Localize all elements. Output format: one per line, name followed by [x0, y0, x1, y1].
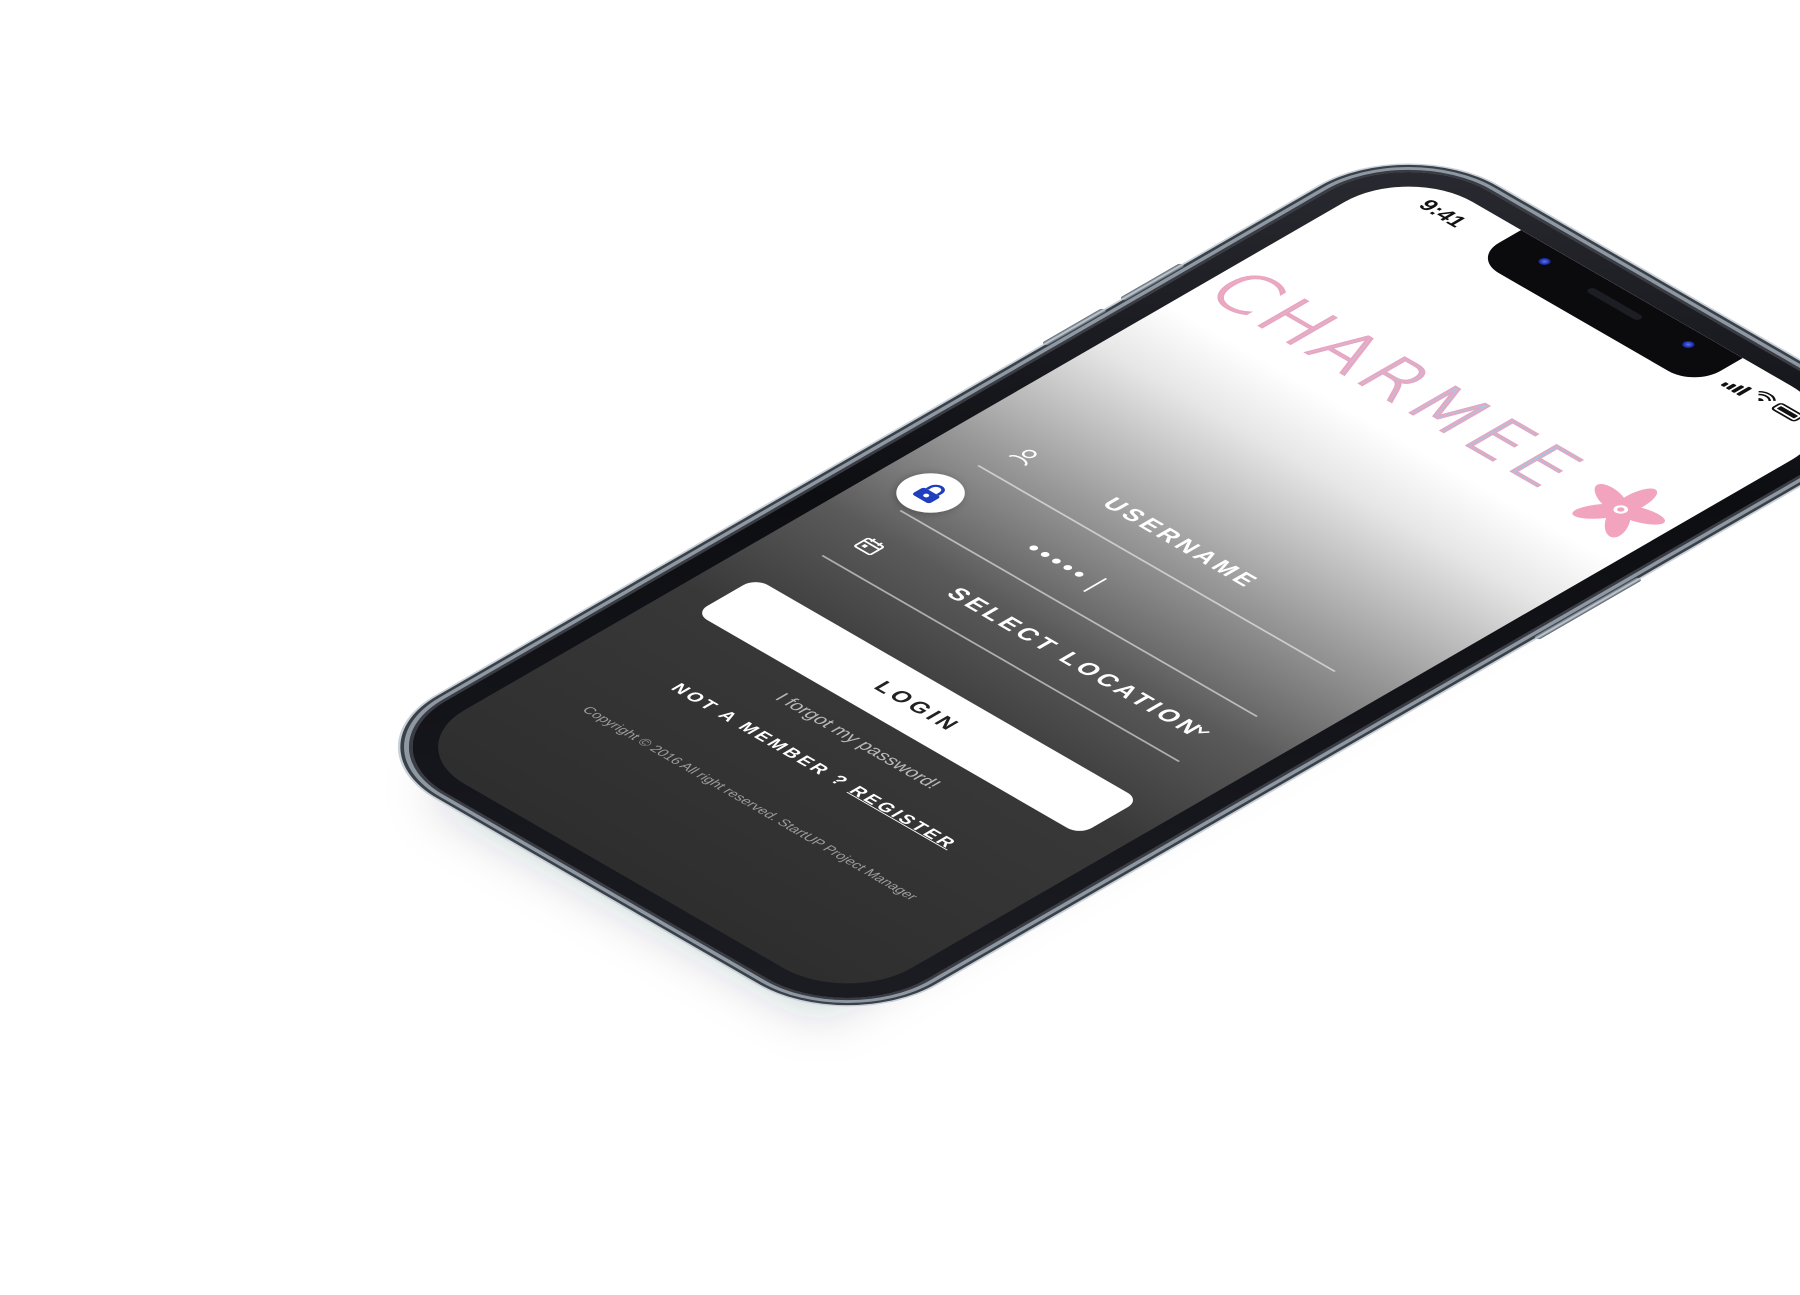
- text-caret: [1082, 577, 1107, 592]
- flower-icon: [1571, 483, 1665, 538]
- phone-device: 9:41 CHARMEE USERNAME ••••• SELECT LOCAT…: [365, 145, 1800, 1025]
- camera-icon: [1535, 256, 1554, 267]
- notch: [1472, 230, 1743, 386]
- status-icons: [1720, 374, 1800, 430]
- sensor-icon: [1679, 339, 1697, 350]
- volume-down-button: [1041, 308, 1108, 346]
- volume-up-button: [1119, 263, 1186, 301]
- mockup-stage: 9:41 CHARMEE USERNAME ••••• SELECT LOCAT…: [0, 0, 1800, 1295]
- battery-icon: [1769, 402, 1800, 423]
- calendar-icon: [854, 537, 884, 556]
- user-icon: [1008, 449, 1037, 466]
- password-value: •••••: [1016, 538, 1110, 592]
- status-time: 9:41: [1412, 196, 1473, 231]
- login-button[interactable]: LOGIN: [695, 578, 1141, 835]
- lock-icon: [913, 484, 945, 504]
- lock-badge: [882, 465, 980, 521]
- phone-screen: 9:41 CHARMEE USERNAME ••••• SELECT LOCAT…: [400, 165, 1800, 1005]
- speaker-grille: [1585, 287, 1645, 321]
